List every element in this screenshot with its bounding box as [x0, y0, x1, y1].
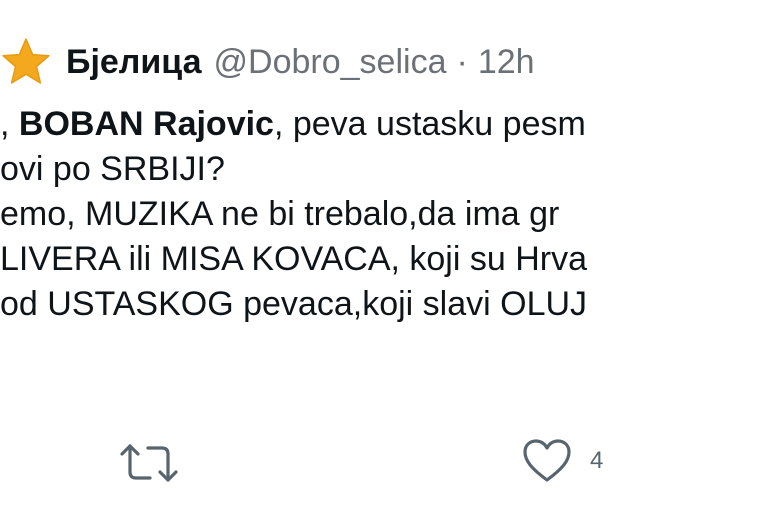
tweet-line-2: ovi po SRBIJI? [0, 150, 225, 188]
tweet-actions: 4 [0, 436, 765, 492]
tweet-line-4: LIVERA ili MISA KOVACA, koji su Hrva [0, 240, 587, 278]
separator-dot: · [456, 42, 468, 81]
retweet-button[interactable] [118, 442, 180, 484]
tweet-timestamp[interactable]: 12h [478, 43, 535, 82]
tweet-line-1-post: , peva ustasku pesm [273, 105, 586, 143]
like-button[interactable]: 4 [522, 438, 603, 484]
star-icon [2, 38, 50, 84]
tweet-line-5: od USTASKOG pevaca,koji slavi OLUJ [0, 285, 588, 323]
tweet-line-1: , BOBAN Rajovic, peva ustasku pesm [0, 102, 765, 147]
heart-icon [523, 439, 571, 482]
author-handle[interactable]: @Dobro_selica [214, 43, 447, 82]
retweet-icon [120, 444, 178, 482]
tweet-line-3: emo, MUZIKA ne bi trebalo,da ima gr [0, 195, 560, 233]
tweet: Бјелица @Dobro_selica · 12h , BOBAN Rajo… [0, 0, 765, 510]
author-name[interactable]: Бјелица [66, 43, 202, 82]
tweet-line-1-bold: BOBAN Rajovic [18, 105, 274, 143]
tweet-header: Бјелица @Dobro_selica · 12h [0, 34, 535, 90]
tweet-line-1-pre: , [0, 105, 19, 143]
tweet-text: , BOBAN Rajovic, peva ustasku pesm ovi p… [0, 102, 765, 327]
like-count: 4 [590, 447, 604, 474]
